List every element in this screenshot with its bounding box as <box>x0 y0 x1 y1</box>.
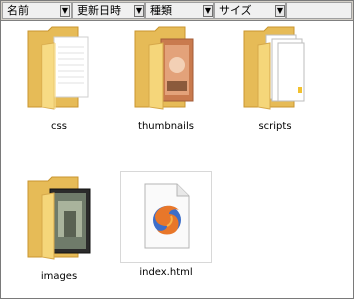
column-modified-label: 更新日時 <box>77 4 121 17</box>
column-size[interactable]: サイズ ▼ <box>214 2 286 19</box>
folder-item-thumbnails[interactable]: thumbnails <box>120 21 212 132</box>
folder-item-images[interactable]: images <box>13 171 105 282</box>
column-size-label: サイズ <box>219 4 252 17</box>
folder-images-icon <box>27 176 91 260</box>
column-header-bar: 名前 ▼ 更新日時 ▼ 種類 ▼ サイズ ▼ <box>1 1 353 21</box>
folder-documents-icon <box>27 26 89 110</box>
chevron-down-icon[interactable]: ▼ <box>203 5 213 17</box>
chevron-down-icon[interactable]: ▼ <box>60 5 70 17</box>
file-browser-window: 名前 ▼ 更新日時 ▼ 種類 ▼ サイズ ▼ css thumbnails sc… <box>0 0 354 299</box>
chevron-down-icon[interactable]: ▼ <box>275 5 285 17</box>
chevron-down-icon[interactable]: ▼ <box>134 5 144 17</box>
firefox-document-icon <box>144 183 190 249</box>
item-label: images <box>40 271 78 282</box>
column-name-label: 名前 <box>7 4 29 17</box>
item-label: thumbnails <box>138 121 194 132</box>
folder-photos-icon <box>134 26 194 110</box>
column-modified[interactable]: 更新日時 ▼ <box>72 2 145 19</box>
column-type-label: 種類 <box>150 4 172 17</box>
item-label: scripts <box>258 121 292 132</box>
folder-files-icon <box>243 26 305 110</box>
column-type[interactable]: 種類 ▼ <box>145 2 214 19</box>
column-name[interactable]: 名前 ▼ <box>2 2 72 19</box>
item-label: index.html <box>139 267 193 278</box>
folder-item-scripts[interactable]: scripts <box>229 21 321 132</box>
item-label: css <box>51 121 67 132</box>
column-extra <box>286 2 352 19</box>
thumbnail-frame <box>120 171 212 263</box>
file-item-index-html[interactable]: index.html <box>120 171 212 278</box>
folder-item-css[interactable]: css <box>13 21 105 132</box>
